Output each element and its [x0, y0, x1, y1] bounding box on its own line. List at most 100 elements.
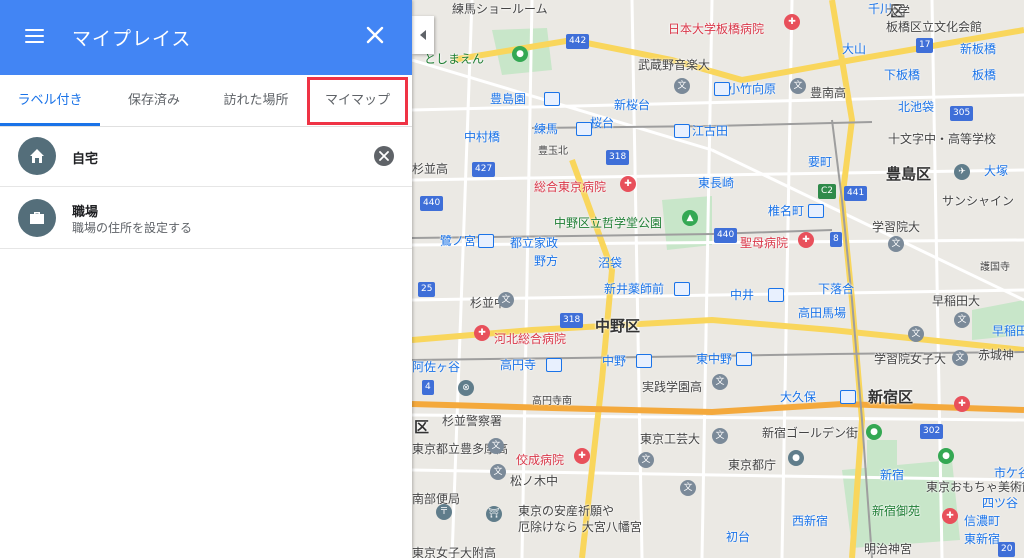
- ward-label: 豊島区: [886, 165, 932, 183]
- station-label[interactable]: 小竹向原: [728, 80, 776, 97]
- hospital-icon[interactable]: ✚: [942, 508, 958, 524]
- station-icon[interactable]: [636, 354, 652, 368]
- school-icon[interactable]: 文: [888, 236, 904, 252]
- station-label[interactable]: 椎名町: [768, 202, 804, 219]
- school-icon[interactable]: 文: [790, 78, 806, 94]
- park-label[interactable]: 中野区立哲学堂公園: [554, 214, 662, 231]
- station-label[interactable]: 下落合: [818, 280, 854, 297]
- school-icon[interactable]: 文: [674, 78, 690, 94]
- tab-saved[interactable]: 保存済み: [103, 75, 205, 126]
- station-label[interactable]: 四ツ谷: [982, 494, 1018, 511]
- school-icon[interactable]: 文: [498, 292, 514, 308]
- station-label[interactable]: 新井薬師前: [604, 280, 664, 297]
- close-button[interactable]: [364, 24, 386, 46]
- station-label[interactable]: 高円寺: [500, 356, 536, 373]
- school-icon[interactable]: 文: [680, 480, 696, 496]
- tab-visited[interactable]: 訪れた場所: [205, 75, 307, 126]
- post-office-icon[interactable]: 〒: [436, 504, 452, 520]
- station-label[interactable]: 北池袋: [898, 98, 934, 115]
- school-icon[interactable]: 文: [488, 438, 504, 454]
- station-label[interactable]: 東中野: [696, 350, 732, 367]
- amusement-park-icon[interactable]: ●: [512, 46, 528, 62]
- station-icon[interactable]: [478, 234, 494, 248]
- map-canvas[interactable]: 中野区 豊島区 新宿区 区 区 ✚ 日本大学板橋病院 ✚ 総合東京病院 ✚ 聖母…: [412, 0, 1024, 558]
- hospital-label[interactable]: 河北総合病院: [494, 330, 566, 347]
- hospital-icon[interactable]: ✚: [954, 396, 970, 412]
- station-icon[interactable]: [544, 92, 560, 106]
- menu-icon[interactable]: [24, 26, 46, 48]
- school-icon[interactable]: 文: [712, 428, 728, 444]
- hospital-label[interactable]: 総合東京病院: [534, 178, 606, 195]
- tab-labeled[interactable]: ラベル付き: [0, 75, 100, 126]
- station-icon[interactable]: [736, 352, 752, 366]
- station-label[interactable]: 大塚: [984, 162, 1008, 179]
- station-label[interactable]: 東長崎: [698, 174, 734, 191]
- station-icon[interactable]: [546, 358, 562, 372]
- station-icon[interactable]: [714, 82, 730, 96]
- hospital-label[interactable]: 日本大学板橋病院: [668, 20, 764, 37]
- station-icon[interactable]: [808, 204, 824, 218]
- station-label[interactable]: 中村橋: [464, 128, 500, 145]
- hospital-icon[interactable]: ✚: [784, 14, 800, 30]
- school-icon[interactable]: 文: [712, 374, 728, 390]
- station-label[interactable]: 鷺ノ宮: [440, 232, 476, 249]
- station-label[interactable]: 東新宿: [964, 530, 1000, 547]
- place-label: 厄除けなら 大宮八幡宮: [518, 520, 642, 534]
- station-icon[interactable]: [768, 288, 784, 302]
- station-label[interactable]: 新宿: [880, 466, 904, 483]
- station-label[interactable]: 大山: [842, 40, 866, 57]
- station-label[interactable]: 桜台: [590, 114, 614, 131]
- route-badge: 20: [998, 542, 1016, 557]
- station-label[interactable]: 練馬: [534, 120, 558, 137]
- station-label[interactable]: 市ケ谷: [994, 464, 1024, 481]
- hospital-icon[interactable]: ✚: [574, 448, 590, 464]
- station-icon[interactable]: [674, 282, 690, 296]
- station-icon[interactable]: [840, 390, 856, 404]
- station-label[interactable]: 野方: [534, 252, 558, 269]
- route-badge: 440: [420, 196, 444, 211]
- station-label[interactable]: 早稲田: [992, 322, 1024, 339]
- hospital-icon[interactable]: ✚: [798, 232, 814, 248]
- tab-my-maps[interactable]: マイマップ: [307, 75, 408, 126]
- collapse-panel-button[interactable]: [412, 16, 434, 54]
- park-label[interactable]: 新宿御苑: [872, 502, 920, 519]
- hospital-icon[interactable]: ✚: [620, 176, 636, 192]
- police-icon[interactable]: ⊗: [458, 380, 474, 396]
- hospital-label[interactable]: 佼成病院: [516, 451, 564, 468]
- station-label[interactable]: 中野: [602, 352, 626, 369]
- place-row-work[interactable]: 職場 職場の住所を設定する: [0, 187, 412, 249]
- school-icon[interactable]: 文: [954, 312, 970, 328]
- station-icon[interactable]: [674, 124, 690, 138]
- hospital-icon[interactable]: ✚: [474, 325, 490, 341]
- shrine-icon[interactable]: ⛩: [486, 506, 502, 522]
- station-label[interactable]: 中井: [730, 286, 754, 303]
- shopping-icon[interactable]: ✈: [954, 164, 970, 180]
- station-label[interactable]: 豊島園: [490, 90, 526, 107]
- station-label[interactable]: 都立家政: [510, 234, 558, 251]
- hospital-label[interactable]: 聖母病院: [740, 234, 788, 251]
- station-label[interactable]: 板橋: [972, 66, 996, 83]
- station-label[interactable]: 阿佐ヶ谷: [412, 358, 460, 375]
- place-row-home[interactable]: 自宅: [0, 127, 412, 187]
- museum-icon[interactable]: ●: [938, 448, 954, 464]
- station-label[interactable]: 新板橋: [960, 40, 996, 57]
- park-icon[interactable]: ▲: [682, 210, 698, 226]
- station-label[interactable]: 大久保: [780, 388, 816, 405]
- station-label[interactable]: 信濃町: [964, 512, 1000, 529]
- station-label[interactable]: 初台: [726, 528, 750, 545]
- government-icon[interactable]: ●: [788, 450, 804, 466]
- station-icon[interactable]: [576, 122, 592, 136]
- school-icon[interactable]: 文: [490, 464, 506, 480]
- station-label[interactable]: 沼袋: [598, 254, 622, 271]
- school-icon[interactable]: 文: [908, 326, 924, 342]
- park-icon[interactable]: ●: [866, 424, 882, 440]
- station-label[interactable]: 新桜台: [614, 96, 650, 113]
- school-icon[interactable]: 文: [638, 452, 654, 468]
- station-label[interactable]: 高田馬場: [798, 304, 846, 321]
- station-label[interactable]: 西新宿: [792, 512, 828, 529]
- station-label[interactable]: 下板橋: [884, 66, 920, 83]
- remove-home-button[interactable]: [374, 146, 394, 166]
- station-label[interactable]: 江古田: [692, 122, 728, 139]
- station-label[interactable]: 要町: [808, 153, 832, 170]
- school-icon[interactable]: 文: [952, 350, 968, 366]
